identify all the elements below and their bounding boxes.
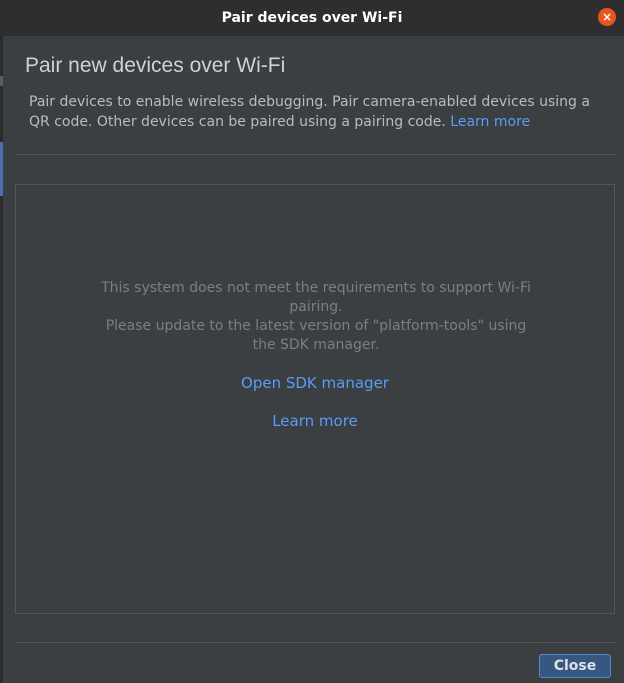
background-edge-accent (0, 142, 3, 196)
header-learn-more-link[interactable]: Learn more (450, 114, 530, 130)
background-window-edge (0, 36, 3, 683)
background-edge-marker (0, 76, 3, 86)
open-sdk-manager-link[interactable]: Open SDK manager (241, 374, 389, 392)
requirements-message-line1: This system does not meet the requiremen… (101, 280, 531, 315)
close-icon: × (601, 10, 613, 24)
window-close-button[interactable]: × (598, 8, 616, 26)
open-sdk-manager-row: Open SDK manager (16, 374, 614, 392)
window-title: Pair devices over Wi-Fi (221, 10, 403, 26)
panel-learn-more-row: Learn more (16, 412, 614, 430)
requirements-message-line2: Please update to the latest version of "… (105, 318, 527, 353)
pairing-panel: This system does not meet the requiremen… (15, 184, 615, 614)
header-divider (16, 154, 616, 155)
dialog-heading: Pair new devices over Wi-Fi (25, 54, 286, 77)
panel-learn-more-link[interactable]: Learn more (272, 412, 358, 430)
window-titlebar: Pair devices over Wi-Fi × (0, 0, 624, 36)
dialog-description: Pair devices to enable wireless debuggin… (29, 92, 599, 132)
requirements-message: This system does not meet the requiremen… (96, 279, 536, 355)
close-button[interactable]: Close (539, 654, 611, 678)
footer-divider (16, 642, 616, 643)
